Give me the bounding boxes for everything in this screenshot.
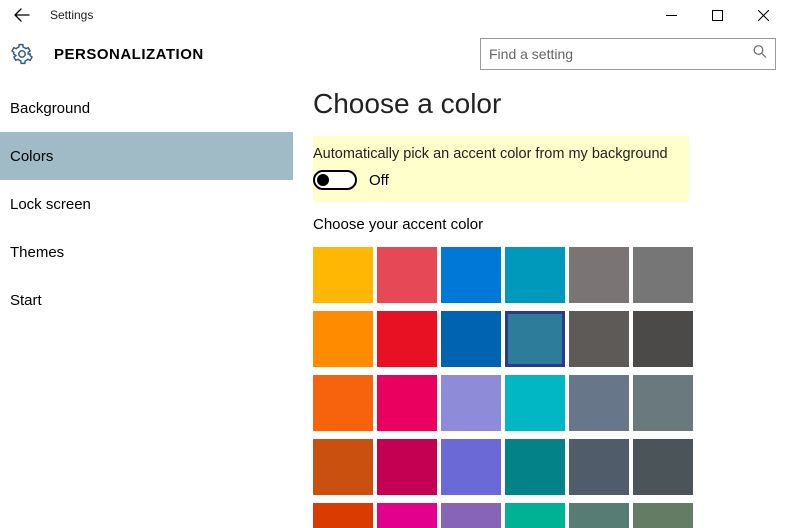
accent-swatch[interactable] <box>569 439 629 495</box>
minimize-button[interactable] <box>648 0 694 30</box>
accent-swatch[interactable] <box>377 375 437 431</box>
sidebar: BackgroundColorsLock screenThemesStart <box>0 78 293 528</box>
sidebar-item-colors[interactable]: Colors <box>0 132 293 180</box>
accent-swatch[interactable] <box>441 375 501 431</box>
accent-swatch[interactable] <box>313 439 373 495</box>
accent-swatch[interactable] <box>441 439 501 495</box>
accent-swatch[interactable] <box>377 503 437 528</box>
section-title: PERSONALIZATION <box>54 46 204 63</box>
accent-swatch[interactable] <box>633 439 693 495</box>
accent-swatch[interactable] <box>441 503 501 528</box>
content: BackgroundColorsLock screenThemesStart C… <box>0 78 786 528</box>
window-title: Settings <box>50 8 93 22</box>
toggle-state-label: Off <box>369 172 389 189</box>
accent-swatch[interactable] <box>377 439 437 495</box>
accent-swatch[interactable] <box>569 247 629 303</box>
main-panel: Choose a color Automatically pick an acc… <box>293 78 786 528</box>
accent-swatch[interactable] <box>377 311 437 367</box>
accent-swatch[interactable] <box>569 375 629 431</box>
close-icon <box>758 10 769 21</box>
titlebar: Settings <box>0 0 786 30</box>
gear-icon <box>8 40 36 68</box>
toggle-row: Off <box>313 170 689 190</box>
close-button[interactable] <box>740 0 786 30</box>
sidebar-item-themes[interactable]: Themes <box>0 228 293 276</box>
header: PERSONALIZATION <box>0 30 786 78</box>
toggle-knob <box>317 174 329 186</box>
accent-swatch[interactable] <box>633 311 693 367</box>
sidebar-item-background[interactable]: Background <box>0 84 293 132</box>
accent-swatch[interactable] <box>569 311 629 367</box>
accent-swatch[interactable] <box>313 247 373 303</box>
accent-swatch[interactable] <box>313 375 373 431</box>
maximize-button[interactable] <box>694 0 740 30</box>
accent-swatch[interactable] <box>569 503 629 528</box>
sidebar-item-lock-screen[interactable]: Lock screen <box>0 180 293 228</box>
accent-swatch[interactable] <box>313 311 373 367</box>
accent-swatch[interactable] <box>505 247 565 303</box>
window-controls <box>648 0 786 30</box>
page-heading: Choose a color <box>313 88 786 120</box>
accent-swatch[interactable] <box>441 311 501 367</box>
maximize-icon <box>712 10 723 21</box>
auto-pick-toggle[interactable] <box>313 170 357 190</box>
search-input[interactable] <box>489 46 767 62</box>
minimize-icon <box>666 10 677 21</box>
back-arrow-icon <box>14 7 30 23</box>
accent-swatch[interactable] <box>633 375 693 431</box>
auto-pick-label: Automatically pick an accent color from … <box>313 146 689 162</box>
accent-swatch[interactable] <box>633 503 693 528</box>
accent-swatch[interactable] <box>313 503 373 528</box>
accent-heading: Choose your accent color <box>313 216 786 233</box>
accent-swatch[interactable] <box>633 247 693 303</box>
search-box[interactable] <box>480 38 776 70</box>
back-button[interactable] <box>0 0 44 30</box>
accent-swatch[interactable] <box>505 503 565 528</box>
auto-pick-section: Automatically pick an accent color from … <box>313 136 689 202</box>
accent-color-grid <box>313 247 786 528</box>
accent-swatch[interactable] <box>505 311 565 367</box>
accent-swatch[interactable] <box>441 247 501 303</box>
accent-swatch[interactable] <box>505 439 565 495</box>
accent-swatch[interactable] <box>377 247 437 303</box>
search-icon <box>753 45 767 64</box>
accent-swatch[interactable] <box>505 375 565 431</box>
sidebar-item-start[interactable]: Start <box>0 276 293 324</box>
